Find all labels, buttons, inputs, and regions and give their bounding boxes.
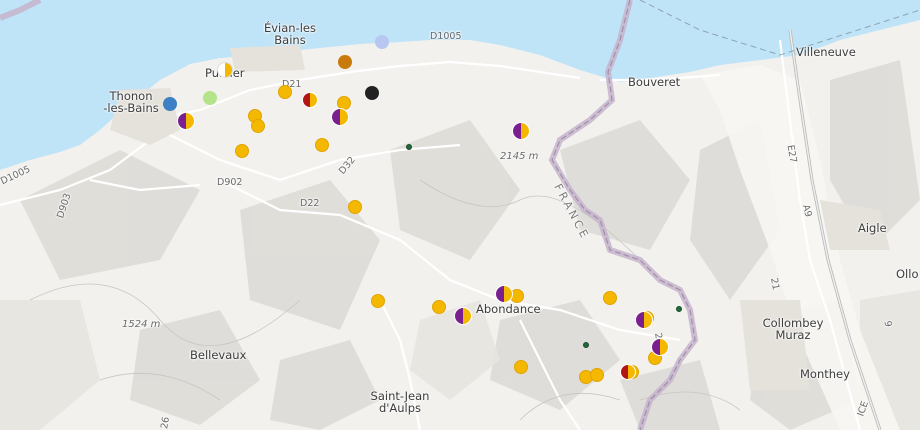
- marker-brown[interactable]: [338, 55, 352, 69]
- map-view[interactable]: Évian-les Bains Thonon -les-Bains Publie…: [0, 0, 920, 430]
- marker-orange[interactable]: [590, 368, 604, 382]
- label-road-d22: D22: [300, 198, 320, 209]
- label-collombey: Collombey Muraz: [762, 316, 824, 342]
- marker-purple-orange[interactable]: [454, 307, 472, 325]
- label-road-26: 26: [159, 416, 173, 430]
- marker-orange[interactable]: [251, 119, 265, 133]
- marker-orange[interactable]: [432, 300, 446, 314]
- label-saint-jean: Saint-Jean d'Aulps: [370, 389, 430, 415]
- label-peak-2145: 2145 m: [500, 151, 539, 162]
- marker-small-green[interactable]: [583, 342, 589, 348]
- label-villeneuve: Villeneuve: [796, 45, 856, 59]
- label-road-21: 21: [768, 277, 782, 291]
- basemap: [0, 0, 920, 430]
- marker-orange[interactable]: [371, 294, 385, 308]
- marker-purple-orange[interactable]: [177, 112, 195, 130]
- marker-red-orange[interactable]: [302, 92, 318, 108]
- marker-orange[interactable]: [235, 144, 249, 158]
- label-bouveret: Bouveret: [628, 75, 681, 89]
- marker-lavender[interactable]: [375, 35, 389, 49]
- marker-purple-orange[interactable]: [651, 338, 669, 356]
- marker-orange[interactable]: [603, 291, 617, 305]
- label-peak-1524: 1524 m: [122, 319, 161, 330]
- label-aigle: Aigle: [858, 221, 887, 235]
- marker-black[interactable]: [365, 86, 379, 100]
- marker-small-green[interactable]: [406, 144, 412, 150]
- marker-orange[interactable]: [514, 360, 528, 374]
- marker-purple-orange[interactable]: [635, 311, 653, 329]
- marker-purple-orange[interactable]: [331, 108, 349, 126]
- label-bellevaux: Bellevaux: [190, 348, 247, 362]
- label-evian: Évian-les Bains: [263, 21, 316, 47]
- marker-blue[interactable]: [163, 97, 177, 111]
- label-road-d1005: D1005: [430, 31, 462, 42]
- marker-red-orange[interactable]: [620, 364, 636, 380]
- marker-purple-orange[interactable]: [512, 122, 530, 140]
- marker-orange[interactable]: [315, 138, 329, 152]
- marker-purple-orange[interactable]: [495, 285, 513, 303]
- marker-small-green[interactable]: [676, 306, 682, 312]
- label-road-d902: D902: [217, 177, 243, 188]
- label-monthey: Monthey: [800, 367, 850, 381]
- marker-white-orange[interactable]: [217, 62, 233, 78]
- marker-lightgreen[interactable]: [203, 91, 217, 105]
- label-abondance: Abondance: [476, 302, 541, 316]
- label-ollon: Ollo: [896, 267, 919, 281]
- marker-orange[interactable]: [348, 200, 362, 214]
- marker-orange[interactable]: [278, 85, 292, 99]
- label-thonon: Thonon -les-Bains: [103, 89, 159, 115]
